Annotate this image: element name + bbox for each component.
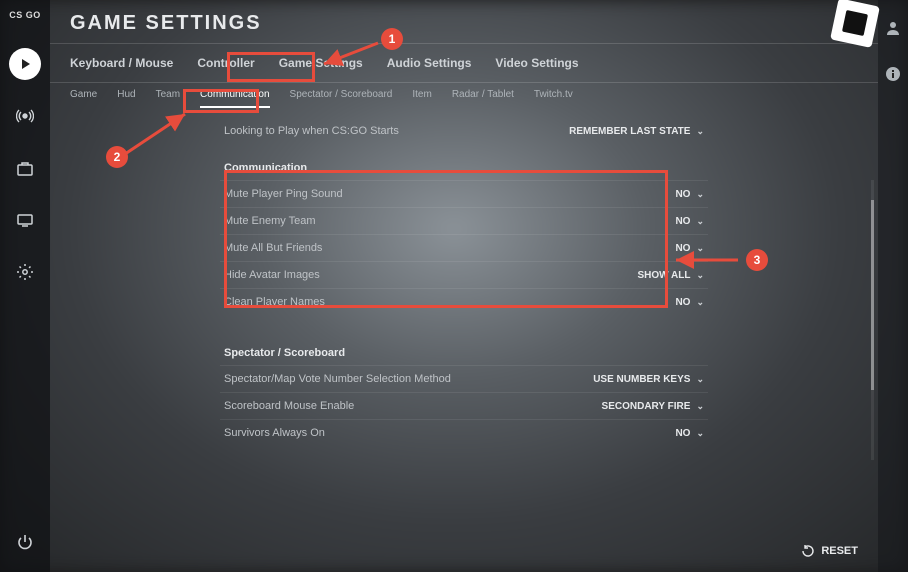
annotation-number-3: 3 — [746, 249, 768, 271]
profile-icon[interactable] — [885, 20, 901, 36]
setting-row: Clean Player Names NO ⌄ — [220, 288, 708, 315]
power-icon[interactable] — [9, 526, 41, 558]
setting-label: Looking to Play when CS:GO Starts — [224, 125, 399, 137]
scrollbar[interactable] — [871, 180, 874, 460]
left-sidebar: CS GO — [0, 0, 50, 572]
chevron-down-icon: ⌄ — [696, 297, 704, 308]
store-icon[interactable] — [9, 152, 41, 184]
chevron-down-icon: ⌄ — [696, 189, 704, 200]
main-panel: GAME SETTINGS Keyboard / Mouse Controlle… — [50, 0, 878, 572]
section-heading-communication: Communication — [220, 152, 708, 180]
subtab-game[interactable]: Game — [70, 89, 97, 108]
settings-icon[interactable] — [9, 256, 41, 288]
setting-label: Clean Player Names — [224, 296, 325, 308]
page-title: GAME SETTINGS — [50, 0, 878, 43]
setting-label: Mute All But Friends — [224, 242, 322, 254]
setting-row: Mute All But Friends NO⌄ — [220, 234, 708, 261]
setting-row: Looking to Play when CS:GO Starts REMEMB… — [220, 118, 708, 144]
setting-value: NO — [675, 216, 690, 227]
scrollbar-thumb[interactable] — [871, 200, 874, 390]
annotation-arrow-1 — [316, 40, 386, 70]
secondary-tabs: Game Hud Team Communication Spectator / … — [50, 83, 878, 108]
setting-dropdown[interactable]: SECONDARY FIRE ⌄ — [602, 401, 704, 412]
settings-content: Looking to Play when CS:GO Starts REMEMB… — [50, 108, 878, 500]
setting-row: Mute Player Ping Sound NO ⌄ — [220, 180, 708, 207]
subtab-hud[interactable]: Hud — [117, 89, 135, 108]
annotation-arrow-3 — [670, 252, 744, 268]
right-sidebar — [878, 0, 908, 572]
annotation-arrow-2 — [120, 110, 195, 160]
setting-value: NO — [675, 189, 690, 200]
subtab-spectator-scoreboard[interactable]: Spectator / Scoreboard — [290, 89, 393, 108]
setting-dropdown[interactable]: NO ⌄ — [675, 297, 704, 308]
setting-value: REMEMBER LAST STATE — [569, 126, 690, 137]
setting-value: NO — [675, 428, 690, 439]
reset-label: RESET — [821, 545, 858, 557]
annotation-number-2: 2 — [106, 146, 128, 168]
reset-button[interactable]: RESET — [801, 544, 858, 558]
setting-label: Spectator/Map Vote Number Selection Meth… — [224, 373, 451, 385]
setting-label: Scoreboard Mouse Enable — [224, 400, 354, 412]
subtab-team[interactable]: Team — [156, 89, 180, 108]
setting-label: Survivors Always On — [224, 427, 325, 439]
chevron-down-icon: ⌄ — [696, 216, 704, 227]
chevron-down-icon: ⌄ — [696, 374, 704, 385]
setting-dropdown[interactable]: SHOW ALL ⌄ — [637, 270, 704, 281]
setting-value: NO — [675, 297, 690, 308]
setting-row: Survivors Always On NO ⌄ — [220, 419, 708, 446]
chevron-down-icon: ⌄ — [696, 270, 704, 281]
chevron-down-icon: ⌄ — [696, 126, 704, 137]
setting-row: Mute Enemy Team NO ⌄ — [220, 207, 708, 234]
subtab-communication[interactable]: Communication — [200, 89, 269, 108]
setting-dropdown[interactable]: NO ⌄ — [675, 216, 704, 227]
setting-value: SECONDARY FIRE — [602, 401, 691, 412]
setting-dropdown[interactable]: NO ⌄ — [675, 189, 704, 200]
subtab-twitch[interactable]: Twitch.tv — [534, 89, 573, 108]
setting-value: USE NUMBER KEYS — [593, 374, 690, 385]
setting-dropdown[interactable]: REMEMBER LAST STATE ⌄ — [569, 126, 704, 137]
play-icon[interactable] — [9, 48, 41, 80]
watch-icon[interactable] — [9, 204, 41, 236]
notification-badge[interactable] — [830, 0, 880, 48]
broadcast-icon[interactable] — [9, 100, 41, 132]
subtab-radar-tablet[interactable]: Radar / Tablet — [452, 89, 514, 108]
setting-label: Mute Enemy Team — [224, 215, 316, 227]
tab-keyboard-mouse[interactable]: Keyboard / Mouse — [70, 56, 173, 70]
setting-row: Scoreboard Mouse Enable SECONDARY FIRE ⌄ — [220, 392, 708, 419]
info-icon[interactable] — [885, 66, 901, 82]
section-heading-spectator: Spectator / Scoreboard — [220, 337, 708, 365]
setting-dropdown[interactable]: USE NUMBER KEYS ⌄ — [593, 374, 704, 385]
setting-dropdown[interactable]: NO ⌄ — [675, 428, 704, 439]
tab-video-settings[interactable]: Video Settings — [495, 56, 578, 70]
chevron-down-icon: ⌄ — [696, 401, 704, 412]
reset-icon — [801, 544, 815, 558]
tab-controller[interactable]: Controller — [197, 56, 254, 70]
annotation-number-1: 1 — [381, 28, 403, 50]
chevron-down-icon: ⌄ — [696, 428, 704, 439]
setting-label: Hide Avatar Images — [224, 269, 320, 281]
csgo-logo: CS GO — [9, 10, 41, 20]
setting-row: Spectator/Map Vote Number Selection Meth… — [220, 365, 708, 392]
primary-tabs: Keyboard / Mouse Controller Game Setting… — [50, 44, 878, 82]
tab-audio-settings[interactable]: Audio Settings — [387, 56, 472, 70]
setting-label: Mute Player Ping Sound — [224, 188, 343, 200]
subtab-item[interactable]: Item — [412, 89, 431, 108]
setting-row: Hide Avatar Images SHOW ALL ⌄ — [220, 261, 708, 288]
setting-value: SHOW ALL — [637, 270, 690, 281]
